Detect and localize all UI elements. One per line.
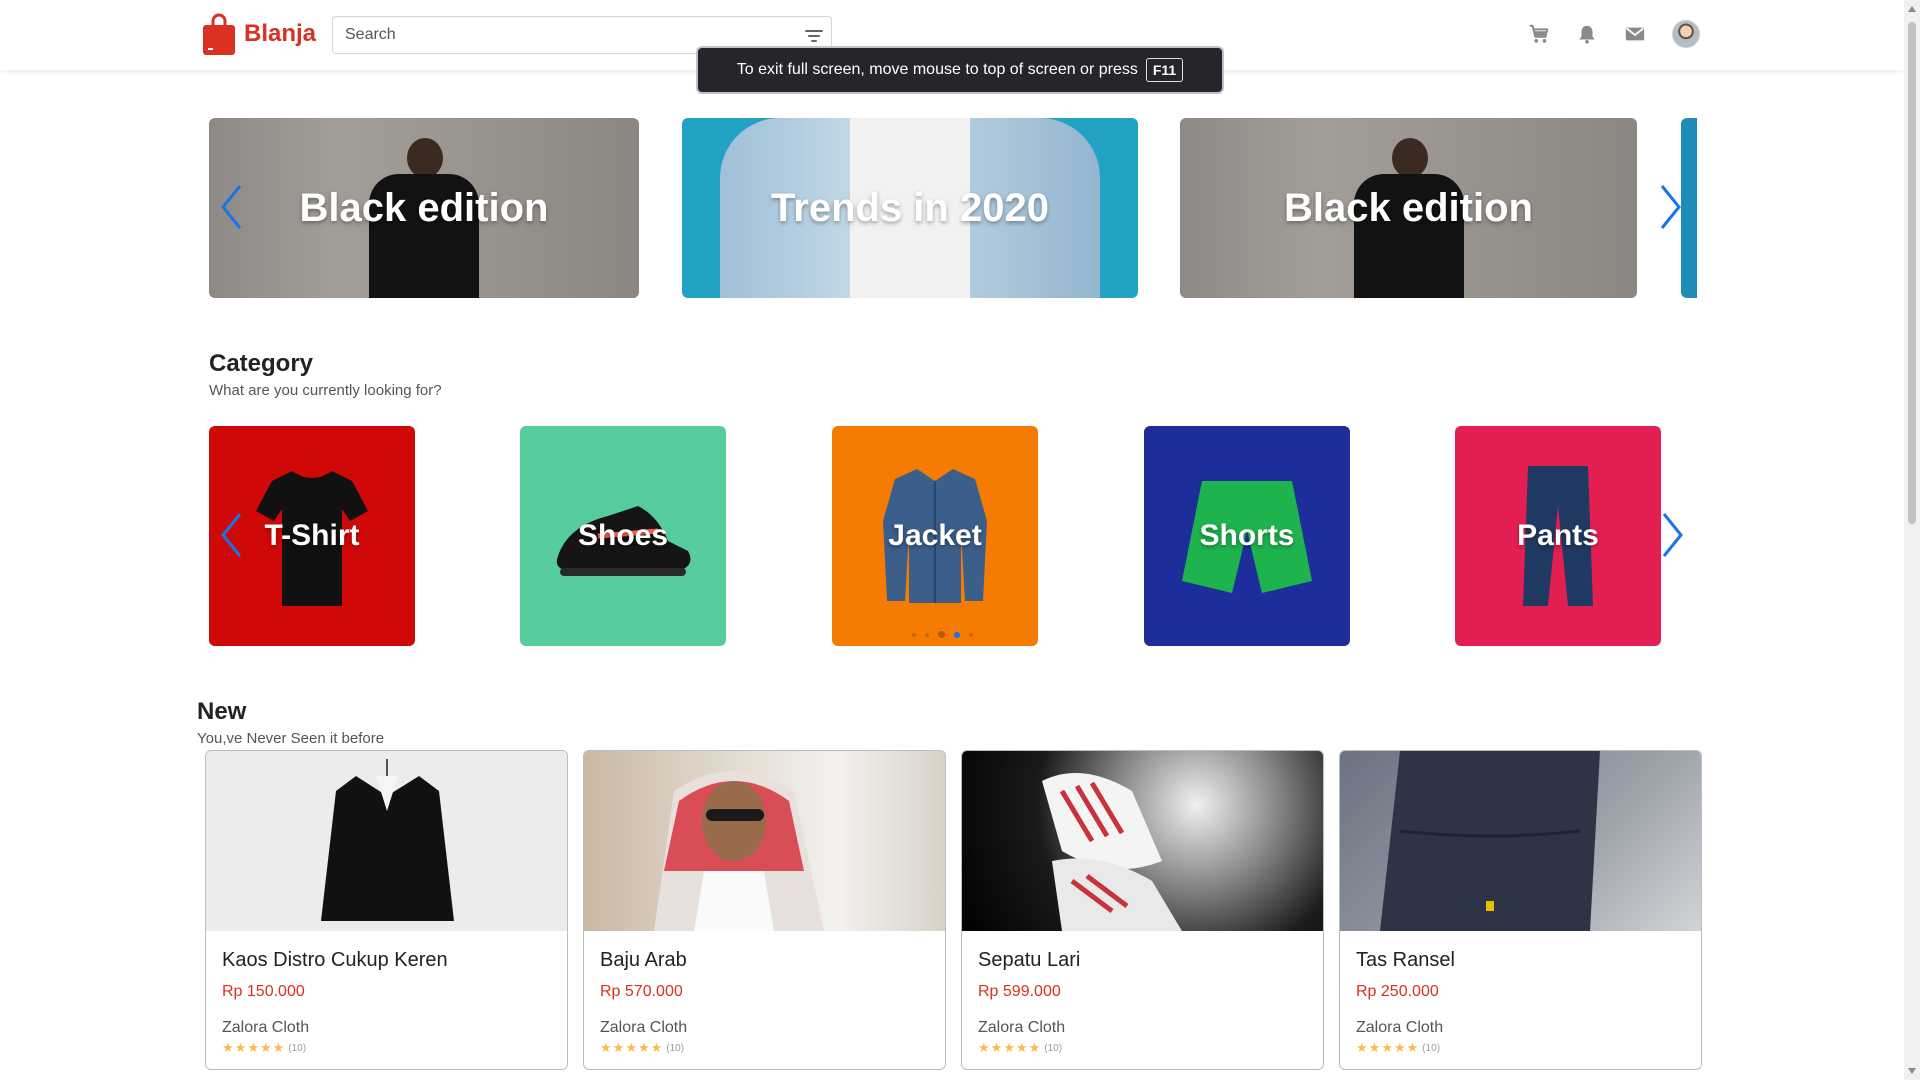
scrollbar-thumb[interactable] <box>1908 22 1916 524</box>
star-icon: ★ <box>259 1040 272 1055</box>
mail-icon[interactable] <box>1624 23 1646 45</box>
product-image <box>584 751 945 931</box>
new-section-subtitle: You,ve Never Seen it before <box>197 730 385 747</box>
filter-icon[interactable] <box>803 25 825 47</box>
avatar[interactable] <box>1672 20 1700 48</box>
toast-message: To exit full screen, move mouse to top o… <box>736 61 1138 78</box>
product-rating: ★ ★ ★ ★ ★ (10) <box>978 1041 1062 1055</box>
product-image <box>1340 751 1701 931</box>
star-icon: ★ <box>1003 1040 1015 1055</box>
product-store: Zalora Cloth <box>1356 1019 1444 1036</box>
product-card[interactable]: Tas Ransel Rp 250.000 Zalora Cloth ★ ★ ★ ★ ★… <box>1339 750 1702 1070</box>
category-card-shorts[interactable]: Shorts <box>1144 426 1350 646</box>
product-price: Rp 250.000 <box>1356 983 1439 1000</box>
product-name: Kaos Distro Cukup Keren <box>222 949 448 971</box>
carousel-dot[interactable] <box>969 632 973 637</box>
star-icon: ★ <box>650 1040 663 1055</box>
star-icon: ★ <box>247 1040 259 1055</box>
rating-count: (10) <box>1044 1042 1063 1054</box>
star-icon: ★ <box>1381 1040 1393 1055</box>
category-title: Category <box>209 350 314 377</box>
category-card-pants[interactable]: Pants <box>1455 426 1661 646</box>
star-icon: ★ <box>1356 1040 1368 1055</box>
new-section-title: New <box>197 698 247 725</box>
product-rating: ★ ★ ★ ★ ★ (10) <box>1356 1041 1440 1055</box>
star-icon: ★ <box>637 1040 650 1055</box>
banner-card[interactable]: Black edition <box>1180 118 1637 298</box>
banner-card-peek[interactable] <box>1681 118 1697 298</box>
brand-logo[interactable]: Blanja <box>202 12 316 56</box>
banner-title: Black edition <box>299 185 549 230</box>
category-card-jacket[interactable]: Jacket <box>832 426 1038 646</box>
product-card[interactable]: Baju Arab Rp 570.000 Zalora Cloth ★ ★ ★ ★ ★ … <box>583 750 946 1070</box>
banner-card[interactable]: Black edition <box>209 118 639 298</box>
star-icon: ★ <box>600 1040 612 1055</box>
bell-icon[interactable] <box>1576 23 1598 45</box>
product-image <box>206 751 567 931</box>
scroll-up-arrow-icon[interactable] <box>1908 6 1916 12</box>
carousel-dot[interactable] <box>925 632 929 637</box>
category-next-arrow-icon[interactable] <box>1662 512 1684 558</box>
star-icon: ★ <box>1393 1040 1406 1055</box>
product-card[interactable]: Kaos Distro Cukup Keren Rp 150.000 Zalor… <box>205 750 568 1070</box>
category-carousel-indicators <box>912 631 973 638</box>
carousel-dot[interactable] <box>938 631 945 638</box>
star-icon: ★ <box>1406 1040 1419 1055</box>
shopping-bag-logo-icon <box>203 13 235 55</box>
toast-key-badge: F11 <box>1145 58 1184 82</box>
carousel-dot[interactable] <box>912 632 916 637</box>
product-store: Zalora Cloth <box>978 1019 1066 1036</box>
category-label: Pants <box>1517 519 1599 552</box>
shopping-cart-icon[interactable] <box>1528 23 1550 45</box>
product-store: Zalora Cloth <box>222 1019 310 1036</box>
category-label: T-Shirt <box>264 519 360 552</box>
product-rating: ★ ★ ★ ★ ★ (10) <box>222 1041 306 1055</box>
header-actions <box>1528 20 1700 48</box>
banner-next-arrow-icon[interactable] <box>1660 184 1682 230</box>
star-icon: ★ <box>222 1040 234 1055</box>
rating-count: (10) <box>1422 1042 1441 1054</box>
product-name: Baju Arab <box>600 949 687 971</box>
banner-title: Black edition <box>1284 185 1533 230</box>
category-label: Shoes <box>577 519 669 552</box>
product-price: Rp 570.000 <box>600 983 683 1000</box>
banner-carousel: Black edition Trends in 2020 Black editi… <box>209 118 1697 298</box>
carousel-dot-active[interactable] <box>954 631 960 638</box>
product-name: Tas Ransel <box>1356 949 1455 971</box>
star-icon: ★ <box>612 1040 625 1055</box>
scroll-down-arrow-icon[interactable] <box>1908 1068 1916 1074</box>
brand-name: Blanja <box>244 20 317 47</box>
category-label: Jacket <box>888 519 982 552</box>
star-icon: ★ <box>1028 1040 1041 1055</box>
banner-prev-arrow-icon[interactable] <box>220 184 242 230</box>
star-icon: ★ <box>234 1040 247 1055</box>
star-icon: ★ <box>625 1040 637 1055</box>
category-prev-arrow-icon[interactable] <box>220 512 242 558</box>
product-rating: ★ ★ ★ ★ ★ (10) <box>600 1041 684 1055</box>
product-price: Rp 150.000 <box>222 983 305 1000</box>
category-label: Shorts <box>1199 519 1295 552</box>
page-scrollbar[interactable] <box>1904 0 1920 1080</box>
product-store: Zalora Cloth <box>600 1019 688 1036</box>
product-name: Sepatu Lari <box>978 949 1081 971</box>
star-icon: ★ <box>1015 1040 1028 1055</box>
fullscreen-exit-toast: To exit full screen, move mouse to top o… <box>696 46 1224 94</box>
star-icon: ★ <box>978 1040 990 1055</box>
category-card-shoes[interactable]: Shoes <box>520 426 726 646</box>
star-icon: ★ <box>990 1040 1003 1055</box>
rating-count: (10) <box>666 1042 685 1054</box>
banner-card[interactable]: Trends in 2020 <box>682 118 1138 298</box>
banner-title: Trends in 2020 <box>771 185 1049 230</box>
star-icon: ★ <box>272 1040 285 1055</box>
product-image <box>962 751 1323 931</box>
star-icon: ★ <box>1368 1040 1381 1055</box>
product-price: Rp 599.000 <box>978 983 1061 1000</box>
product-card[interactable]: Sepatu Lari Rp 599.000 Zalora Cloth ★ ★ ★ ★… <box>961 750 1324 1070</box>
rating-count: (10) <box>288 1042 307 1054</box>
category-subtitle: What are you currently looking for? <box>209 382 442 399</box>
